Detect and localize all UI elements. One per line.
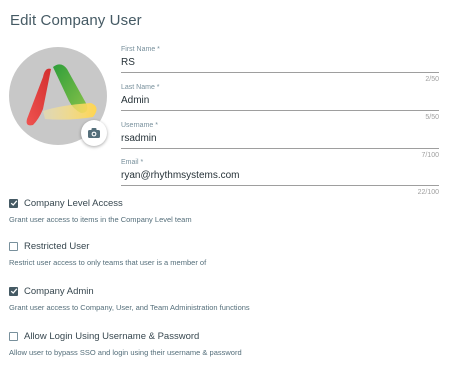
company-level-access-label[interactable]: Company Level Access (24, 198, 123, 209)
check-icon (10, 288, 17, 294)
company-level-access-description: Grant user access to items in the Compan… (9, 215, 192, 224)
email-underline (121, 185, 439, 186)
allow-login-label[interactable]: Allow Login Using Username & Password (24, 331, 199, 342)
last-name-label: Last Name * (121, 84, 160, 91)
camera-icon (88, 128, 100, 138)
email-label: Email * (121, 159, 144, 166)
restricted-user-checkbox[interactable] (9, 241, 18, 251)
username-field[interactable]: Username * rsadmin 7/100 (121, 121, 439, 159)
option-restricted-user: Restricted User Restrict user access to … (9, 240, 206, 267)
first-name-counter: 2/50 (425, 76, 439, 83)
email-input[interactable]: ryan@rhythmsystems.com (121, 169, 439, 183)
first-name-label: First Name * (121, 46, 160, 53)
username-underline (121, 148, 439, 149)
last-name-counter: 5/50 (425, 114, 439, 121)
option-company-admin: Company Admin Grant user access to Compa… (9, 285, 250, 312)
email-field[interactable]: Email * ryan@rhythmsystems.com 22/100 (121, 158, 439, 196)
page-title: Edit Company User (10, 12, 142, 29)
restricted-user-label[interactable]: Restricted User (24, 241, 89, 252)
username-label: Username * (121, 122, 158, 129)
username-input[interactable]: rsadmin (121, 132, 439, 146)
allow-login-description: Allow user to bypass SSO and login using… (9, 348, 242, 357)
allow-login-checkbox[interactable] (9, 331, 18, 341)
company-admin-checkbox[interactable] (9, 286, 18, 296)
company-admin-description: Grant user access to Company, User, and … (9, 303, 250, 312)
company-admin-label[interactable]: Company Admin (24, 286, 94, 297)
company-level-access-checkbox[interactable] (9, 198, 18, 208)
last-name-field[interactable]: Last Name * Admin 5/50 (121, 83, 439, 121)
first-name-field[interactable]: First Name * RS 2/50 (121, 45, 439, 83)
option-allow-login: Allow Login Using Username & Password Al… (9, 330, 242, 357)
last-name-input[interactable]: Admin (121, 94, 439, 108)
restricted-user-description: Restrict user access to only teams that … (9, 258, 207, 267)
first-name-underline (121, 72, 439, 73)
check-icon (10, 200, 17, 206)
option-company-level-access: Company Level Access Grant user access t… (9, 197, 192, 224)
last-name-underline (121, 110, 439, 111)
email-counter: 22/100 (417, 189, 439, 196)
first-name-input[interactable]: RS (121, 56, 439, 70)
change-photo-button[interactable] (81, 120, 107, 146)
